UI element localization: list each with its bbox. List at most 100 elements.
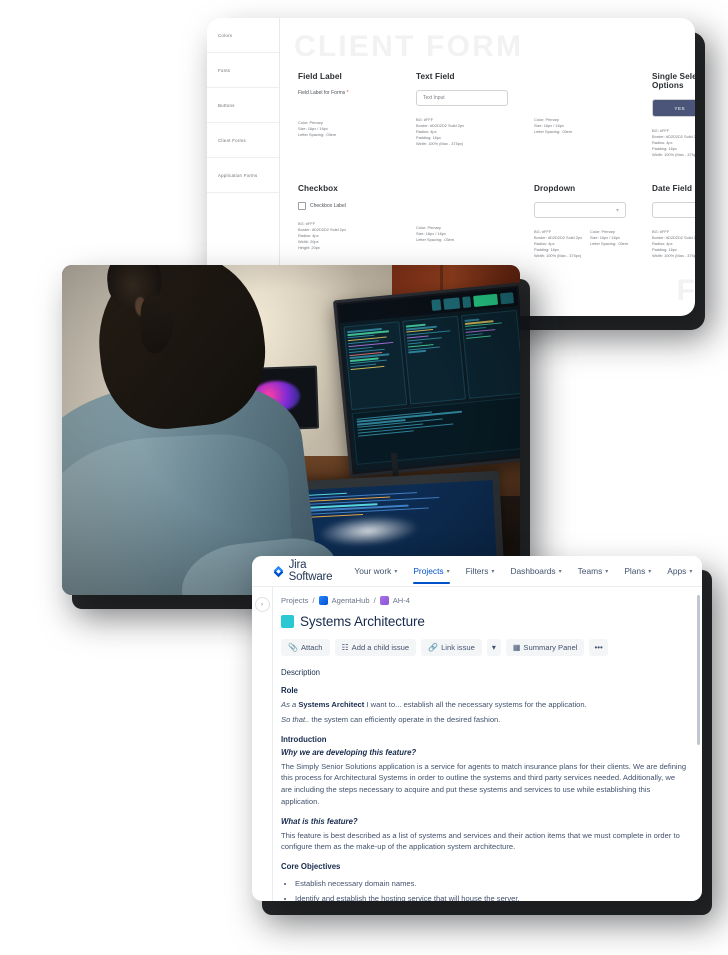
what-heading: What is this feature? (281, 816, 358, 826)
sidebar-item-buttons[interactable]: Buttons (207, 88, 279, 123)
nav-item-label: Apps (667, 566, 687, 576)
nav-item-label: Your work (354, 566, 392, 576)
sidebar-item-application-forms[interactable]: Application Forms (207, 158, 279, 193)
nav-item-label: Plans (624, 566, 646, 576)
nav-item-label: Dashboards (510, 566, 556, 576)
jira-logo[interactable]: Jira Software (272, 559, 333, 583)
single-select-group[interactable]: YES NO (652, 99, 695, 117)
page-title-watermark-bottom: FORMS (676, 274, 695, 307)
dropdown-select[interactable]: ▾ (534, 202, 626, 219)
chevron-down-icon: ▾ (615, 207, 619, 214)
spec-row-1: Field Label Field Label for Forms * Colo… (298, 72, 695, 158)
field-label-sample: Field Label for Forms * (298, 90, 349, 96)
jira-window: Jira Software Your work ▾ Projects ▾ Filte… (252, 556, 702, 901)
breadcrumb-issue-key[interactable]: AH-4 (393, 596, 410, 605)
attach-button[interactable]: 📎 Attach (281, 639, 330, 656)
page-title-watermark: CLIENT FORM (294, 30, 524, 63)
nav-item-label: Filters (465, 566, 489, 576)
spec-list-left: BG: #FFF Border: #D2D2D2 Solid 2px Radiu… (534, 229, 583, 259)
core-objectives-list: Establish necessary domain names. Identi… (281, 877, 688, 901)
hierarchy-icon: ☷ (341, 643, 349, 652)
breadcrumb: Projects / AgentaHub / AH-4 (281, 596, 688, 605)
developer-photo (62, 265, 520, 595)
page-title[interactable]: Systems Architecture (300, 614, 425, 629)
role-line-2-post: the system can efficiently operate in th… (309, 714, 501, 724)
spec-text-field: Text Field Text Input BG: #FFF Border: #… (416, 72, 534, 158)
nav-item-dashboards[interactable]: Dashboards ▾ (502, 559, 569, 583)
spec-list-right: Color: Primary Size: 16px / 16px Letter … (590, 229, 629, 247)
spec-list-left: BG: #FFF Border: #D2D2D2 Solid 2px Radiu… (652, 128, 695, 158)
link-icon: 🔗 (428, 643, 439, 652)
summary-panel-icon: ▦ (512, 643, 521, 652)
jira-body: › Projects / AgentaHub / AH-4 Systems Ar… (252, 587, 702, 901)
issue-epic-icon (281, 615, 294, 628)
grid-apps-icon[interactable] (261, 565, 264, 578)
why-body: The Simply Senior Solutions application … (281, 761, 687, 806)
toolbar-more-dropdown[interactable]: ▾ (486, 639, 501, 656)
add-child-label: Add a child issue (351, 643, 410, 652)
photo-vignette (62, 265, 520, 595)
overflow-menu-button[interactable]: ••• (589, 639, 608, 656)
checkbox-sample[interactable]: Checkbox Label (298, 202, 416, 211)
chevron-down-icon: ▾ (605, 568, 609, 575)
sidebar-item-label: Application Forms (218, 172, 258, 178)
spec-list: Color: Primary Size: 16px / 16px Letter … (298, 120, 337, 138)
section-heading: Dropdown (534, 184, 576, 194)
sidebar-item-colors[interactable]: Colors (207, 18, 279, 53)
role-line-1-pre: As a (281, 700, 299, 709)
chevron-down-icon: ▾ (491, 568, 495, 575)
section-heading: Checkbox (298, 184, 338, 194)
date-input[interactable] (652, 202, 695, 219)
issue-type-icon (379, 596, 389, 605)
role-line-1-post: I want to... establish all the necessary… (364, 700, 587, 709)
section-heading: Text Field (416, 72, 455, 81)
spec-list-left: BG: #FFF Border: #D2D2D2 Solid 2px Radiu… (416, 117, 465, 147)
sidebar-item-label: Colors (218, 32, 233, 38)
spec-dropdown: Dropdown ▾ BG: #FFF Border: #D2D2D2 Soli… (534, 184, 652, 265)
chevron-down-icon: ▾ (446, 568, 450, 575)
spec-row-2: Checkbox Checkbox Label BG: #FFF Border:… (298, 184, 695, 265)
chevron-right-icon[interactable]: › (254, 597, 270, 612)
sidebar-item-client-forms[interactable]: Client Forms (207, 123, 279, 158)
list-item: Establish necessary domain names. (295, 877, 688, 891)
jira-product-name: Jira Software (288, 559, 333, 583)
scrollbar[interactable] (697, 595, 700, 745)
checkbox-box-icon[interactable] (298, 202, 306, 211)
role-line-1: As a Systems Architect I want to... esta… (281, 699, 688, 711)
spec-checkbox: Checkbox Checkbox Label BG: #FFF Border:… (298, 184, 416, 265)
nav-item-teams[interactable]: Teams ▾ (570, 559, 617, 583)
link-issue-label: Link issue (441, 643, 475, 652)
add-child-issue-button[interactable]: ☷ Add a child issue (334, 639, 417, 656)
chevron-down-icon: ▾ (491, 643, 496, 652)
breadcrumb-project[interactable]: AgentaHub (332, 596, 370, 605)
sidebar-item-fonts[interactable]: Fonts (207, 53, 279, 88)
nav-item-your-work[interactable]: Your work ▾ (346, 559, 405, 583)
spec-field-label: Field Label Field Label for Forms * Colo… (298, 72, 416, 158)
option-yes[interactable]: YES (653, 100, 695, 116)
nav-item-projects[interactable]: Projects ▾ (405, 559, 457, 584)
sidebar-item-label: Client Forms (218, 137, 246, 143)
project-avatar-icon (318, 596, 328, 605)
text-input[interactable]: Text Input (416, 90, 508, 106)
spec-date-field: Date Field BG: #FFF Border: #D2D2D2 Soli… (652, 184, 695, 265)
chevron-down-icon: ▾ (558, 568, 562, 575)
text-input-placeholder: Text Input (423, 95, 445, 101)
summary-panel-button[interactable]: ▦ Summary Panel (505, 639, 585, 656)
link-issue-button[interactable]: 🔗 Link issue (421, 639, 482, 656)
jira-logo-icon (272, 565, 285, 578)
chevron-down-icon: ▾ (689, 568, 693, 575)
breadcrumb-separator: / (373, 596, 376, 605)
nav-item-apps[interactable]: Apps ▾ (659, 559, 700, 583)
spec-list-left: BG: #FFF Border: #D2D2D2 Solid 2px Radiu… (652, 229, 695, 259)
chevron-down-icon: ▾ (648, 568, 652, 575)
spec-list-right: Color: Primary Size: 16px / 16px Letter … (416, 225, 455, 243)
issue-view: Projects / AgentaHub / AH-4 Systems Arch… (273, 587, 702, 901)
role-line-1-bold: Systems Architect (298, 700, 365, 709)
nav-item-filters[interactable]: Filters ▾ (458, 559, 503, 583)
breadcrumb-projects[interactable]: Projects (281, 596, 308, 605)
chevron-down-icon: ▾ (394, 568, 398, 575)
what-body: This feature is best described as a list… (281, 830, 680, 852)
nav-item-plans[interactable]: Plans ▾ (616, 559, 659, 583)
breadcrumb-separator: / (312, 596, 315, 605)
jira-nav-items: Your work ▾ Projects ▾ Filters ▾ Dashboards… (346, 559, 700, 584)
